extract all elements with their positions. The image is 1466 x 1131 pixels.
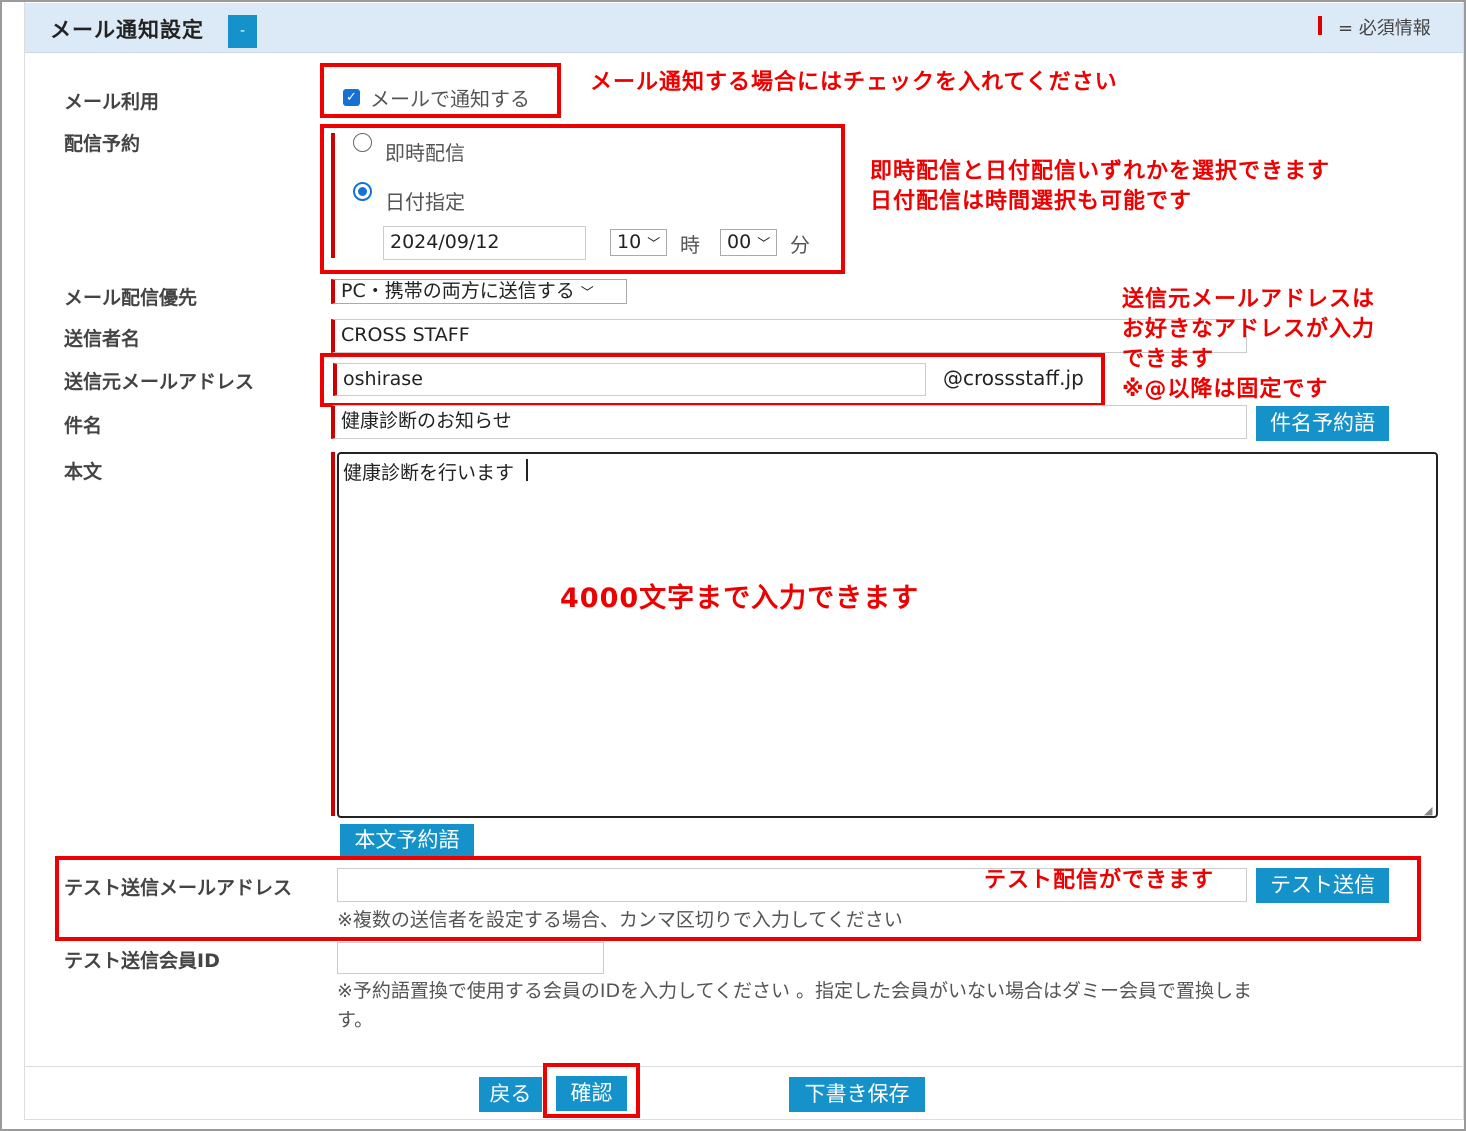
test-address-label: テスト送信メールアドレス (64, 877, 293, 899)
hour-unit: 時 (680, 233, 700, 257)
annotation-schedule-line1: 即時配信と日付配信いずれかを選択できます (870, 159, 1331, 184)
radio-date-label: 日付指定 (385, 190, 465, 214)
chevron-down-icon: ﹀ (580, 286, 594, 301)
subject-reserved-words-button[interactable]: 件名予約語 (1256, 406, 1389, 441)
chevron-down-icon: ﹀ (647, 237, 661, 252)
annotation-sender-line2: お好きなアドレスが入力 (1122, 317, 1376, 342)
annotation-body: 4000文字まで入力できます (560, 583, 920, 614)
annotation-sender-line4: ※@以降は固定です (1122, 377, 1329, 402)
subject-label: 件名 (64, 415, 103, 437)
back-button[interactable]: 戻る (479, 1077, 542, 1112)
radio-date[interactable] (353, 182, 372, 201)
confirm-button[interactable]: 確認 (556, 1076, 627, 1111)
body-text: 健康診断を行います (343, 462, 515, 484)
sender-address-label: 送信元メールアドレス (64, 371, 255, 393)
sender-name-label: 送信者名 (64, 328, 141, 350)
collapse-button[interactable]: - (228, 15, 257, 48)
required-marker-icon (1318, 16, 1322, 35)
text-cursor (526, 459, 528, 481)
test-member-hint-line2: す。 (337, 1009, 374, 1031)
resize-handle-icon[interactable]: ◢ (1424, 804, 1432, 817)
test-address-hint: ※複数の送信者を設定する場合、カンマ区切りで入力してください (337, 909, 903, 931)
body-reserved-words-button[interactable]: 本文予約語 (340, 824, 474, 856)
body-textarea[interactable] (337, 452, 1438, 818)
required-marker-icon (331, 452, 335, 816)
date-input[interactable]: 2024/09/12 (383, 226, 586, 260)
minute-value: 00 (727, 231, 752, 253)
sender-address-input[interactable]: oshirase (333, 363, 926, 396)
chevron-down-icon: ﹀ (757, 237, 771, 252)
annotation-sender-line1: 送信元メールアドレスは (1122, 287, 1376, 312)
footer-divider (25, 1066, 1463, 1067)
subject-input[interactable]: 健康診断のお知らせ (331, 405, 1247, 439)
mail-use-label: メール利用 (64, 91, 160, 113)
minute-select[interactable]: 00 ﹀ (720, 229, 777, 256)
test-member-hint-line1: ※予約語置換で使用する会員のIDを入力してください 。指定した会員がいない場合は… (337, 980, 1253, 1002)
sender-name-input[interactable]: CROSS STAFF (331, 319, 1247, 353)
minute-unit: 分 (790, 233, 810, 257)
priority-select[interactable]: PC・携帯の両方に送信する ﹀ (331, 279, 627, 304)
radio-immediate[interactable] (353, 133, 372, 152)
test-member-label: テスト送信会員ID (64, 950, 220, 972)
required-marker-icon (331, 133, 335, 258)
annotation-test: テスト配信ができます (984, 868, 1215, 893)
annotation-sender-line3: できます (1122, 347, 1215, 372)
annotation-mail-use: メール通知する場合にはチェックを入れてください (590, 70, 1118, 95)
mail-notify-label: メールで通知する (370, 87, 530, 111)
save-draft-button[interactable]: 下書き保存 (789, 1077, 925, 1112)
mail-notify-checkbox[interactable]: ✓ (343, 89, 360, 106)
radio-immediate-label: 即時配信 (385, 141, 465, 165)
test-member-input[interactable] (337, 942, 604, 974)
body-label: 本文 (64, 461, 103, 483)
hour-select[interactable]: 10 ﹀ (610, 229, 667, 256)
priority-label: メール配信優先 (64, 287, 198, 309)
test-send-button[interactable]: テスト送信 (1256, 868, 1389, 903)
schedule-label: 配信予約 (64, 133, 141, 155)
annotation-schedule-line2: 日付配信は時間選択も可能です (870, 189, 1193, 214)
required-legend: = 必須情報 (1338, 18, 1431, 39)
hour-value: 10 (617, 231, 642, 253)
sender-domain: @crossstaff.jp (943, 366, 1084, 390)
section-title: メール通知設定 (50, 18, 204, 42)
priority-value: PC・携帯の両方に送信する (341, 280, 575, 302)
